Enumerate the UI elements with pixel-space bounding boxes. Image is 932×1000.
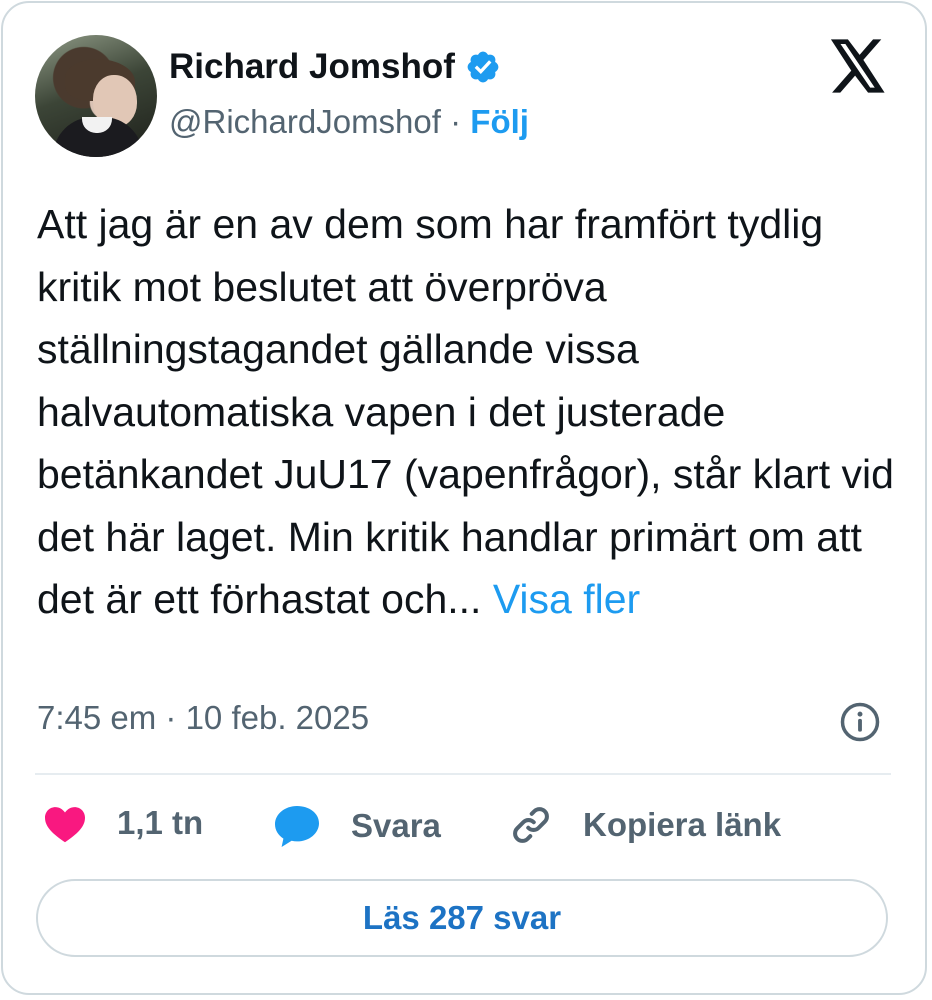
post-text: Att jag är en av dem som har framfört ty… [37,193,907,631]
like-count: 1,1 tn [117,804,204,841]
copy-link-button[interactable]: Kopiera länk [509,803,781,847]
heart-icon [45,807,85,843]
divider [35,773,891,775]
author-handle-row: @RichardJomshof · Följ [169,103,529,141]
x-logo-icon[interactable] [829,39,887,93]
post-timestamp[interactable]: 7:45 em · 10 feb. 2025 [37,699,369,737]
show-more-link[interactable]: Visa fler [493,576,640,622]
reply-button[interactable]: Svara [273,803,441,849]
avatar[interactable] [35,35,157,157]
read-replies-button[interactable]: Läs 287 svar [36,879,888,957]
separator: · [450,103,462,140]
verified-badge-icon [467,51,499,83]
reply-label: Svara [351,807,441,844]
post-body: Att jag är en av dem som har framfört ty… [37,201,894,622]
copy-link-label: Kopiera länk [583,806,782,843]
follow-button[interactable]: Följ [470,103,529,140]
author-name-row: Richard Jomshof [169,47,501,87]
author-handle[interactable]: @RichardJomshof [169,103,441,140]
link-icon [513,807,549,843]
info-icon[interactable] [839,701,881,743]
like-button[interactable]: 1,1 tn [43,803,203,843]
author-name[interactable]: Richard Jomshof [169,47,455,87]
post-card: Richard Jomshof @RichardJomshof · Följ A… [1,1,927,995]
action-bar: 1,1 tn Svara Kopiera länk [3,803,932,853]
speech-bubble-icon [275,806,319,847]
